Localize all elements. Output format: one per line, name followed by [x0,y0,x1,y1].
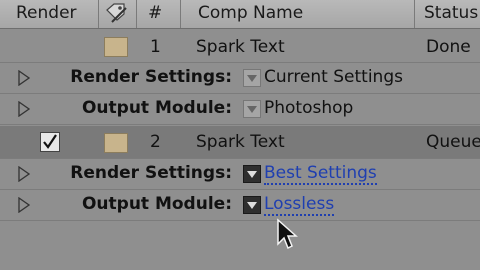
item-number: 1 [150,37,161,57]
render-settings-dropdown-button[interactable] [243,165,261,183]
column-header-render[interactable]: Render [16,0,77,28]
render-queue-header: Render # Comp Name Status [0,0,480,29]
status-text: Queue [426,132,480,152]
item-number: 2 [150,132,161,152]
column-header-comp-name[interactable]: Comp Name [198,0,303,28]
row-divider [0,220,480,221]
label-color-swatch[interactable] [104,37,128,57]
comp-name: Spark Text [196,37,285,57]
tag-pencil-icon[interactable] [104,2,130,30]
checkmark-icon [43,134,57,149]
output-module-dropdown-button[interactable] [243,196,261,214]
render-settings-link[interactable]: Best Settings [264,163,377,185]
mouse-pointer-icon [277,218,298,250]
render-settings-label: Render Settings: [70,163,232,183]
render-settings-label: Render Settings: [70,67,232,87]
dropdown-arrow-icon [247,75,257,82]
render-settings-value[interactable]: Current Settings [264,67,403,87]
output-module-value[interactable]: Photoshop [264,98,353,118]
output-module-label: Output Module: [81,194,232,214]
column-header-status[interactable]: Status [424,0,478,28]
dropdown-arrow-icon [247,171,257,178]
status-text: Done [426,37,471,57]
column-header-number[interactable]: # [148,0,162,28]
render-checkbox[interactable] [40,132,60,152]
output-module-row: Output Module: Photoshop [0,94,480,124]
render-settings-row: Render Settings: Best Settings [0,159,480,189]
output-module-row: Output Module: Lossless [0,190,480,220]
render-queue-item[interactable]: 1 Spark Text Done [0,32,480,62]
render-queue-item-selected[interactable]: 2 Spark Text Queue [0,126,480,158]
dropdown-arrow-icon [247,106,257,113]
dropdown-arrow-icon [247,202,257,209]
column-divider [98,0,99,28]
column-divider [136,0,137,28]
output-module-link[interactable]: Lossless [264,194,335,216]
render-settings-dropdown-button[interactable] [243,69,261,87]
label-color-swatch[interactable] [104,133,128,153]
column-divider [180,0,181,28]
output-module-label: Output Module: [81,98,232,118]
row-divider [0,124,480,125]
output-module-dropdown-button[interactable] [243,100,261,118]
comp-name: Spark Text [196,132,285,152]
render-settings-row: Render Settings: Current Settings [0,63,480,93]
column-divider [414,0,415,28]
